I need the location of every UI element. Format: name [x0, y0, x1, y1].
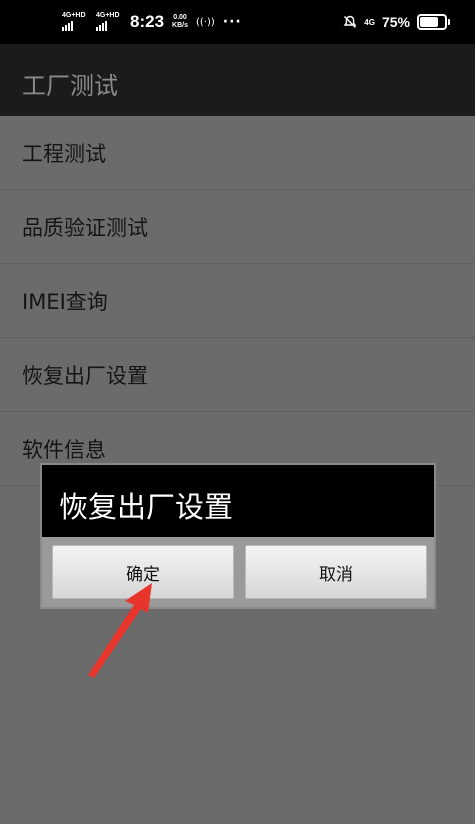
menu-item-label: IMEI查询 [22, 290, 108, 314]
page-title: 工厂测试 [22, 72, 118, 100]
menu-item-imei-query[interactable]: IMEI查询 [0, 264, 475, 338]
network-speed: 0.00 KB/s [172, 14, 188, 30]
confirm-button[interactable]: 确定 [52, 545, 234, 599]
network-speed-unit: KB/s [172, 22, 188, 29]
menu-item-quality-test[interactable]: 品质验证测试 [0, 190, 475, 264]
more-notifications-icon: ··· [222, 14, 242, 30]
factory-reset-dialog: 恢复出厂设置 确定 取消 [40, 463, 436, 609]
sim2-signal-icon: 4G+HD [96, 12, 122, 32]
menu-item-label: 软件信息 [22, 438, 106, 462]
menu-item-engineering-test[interactable]: 工程测试 [0, 116, 475, 190]
battery-icon [417, 14, 450, 30]
clock: 8:23 [130, 12, 165, 31]
menu-list: 工程测试 品质验证测试 IMEI查询 恢复出厂设置 软件信息 [0, 116, 475, 486]
status-right: 4G 75% [343, 0, 450, 44]
menu-item-label: 恢复出厂设置 [22, 364, 148, 388]
sim1-signal-icon: 4G+HD [62, 12, 88, 32]
data-network-icon: 4G [364, 17, 375, 27]
battery-fill [420, 17, 438, 27]
sim1-network-label: 4G+HD [62, 12, 86, 19]
hotspot-icon: ((·)) [195, 16, 215, 28]
dialog-button-bar: 确定 取消 [42, 537, 434, 607]
battery-percent: 75% [381, 14, 410, 30]
status-bar: 4G+HD 4G+HD 8:23 0.00 KB/s ((·)) ··· 4G … [0, 0, 475, 44]
sim2-network-label: 4G+HD [96, 12, 120, 19]
menu-item-label: 品质验证测试 [22, 216, 148, 240]
menu-item-label: 工程测试 [22, 142, 106, 166]
dialog-title: 恢复出厂设置 [59, 490, 234, 524]
network-speed-value: 0.00 [173, 14, 187, 21]
menu-item-factory-reset[interactable]: 恢复出厂设置 [0, 338, 475, 412]
cancel-button[interactable]: 取消 [245, 545, 427, 599]
dialog-header: 恢复出厂设置 [42, 465, 434, 537]
app-bar: 工厂测试 [0, 44, 475, 116]
mute-bell-icon [343, 15, 357, 28]
status-left: 4G+HD 4G+HD 8:23 0.00 KB/s ((·)) ··· [62, 0, 242, 44]
